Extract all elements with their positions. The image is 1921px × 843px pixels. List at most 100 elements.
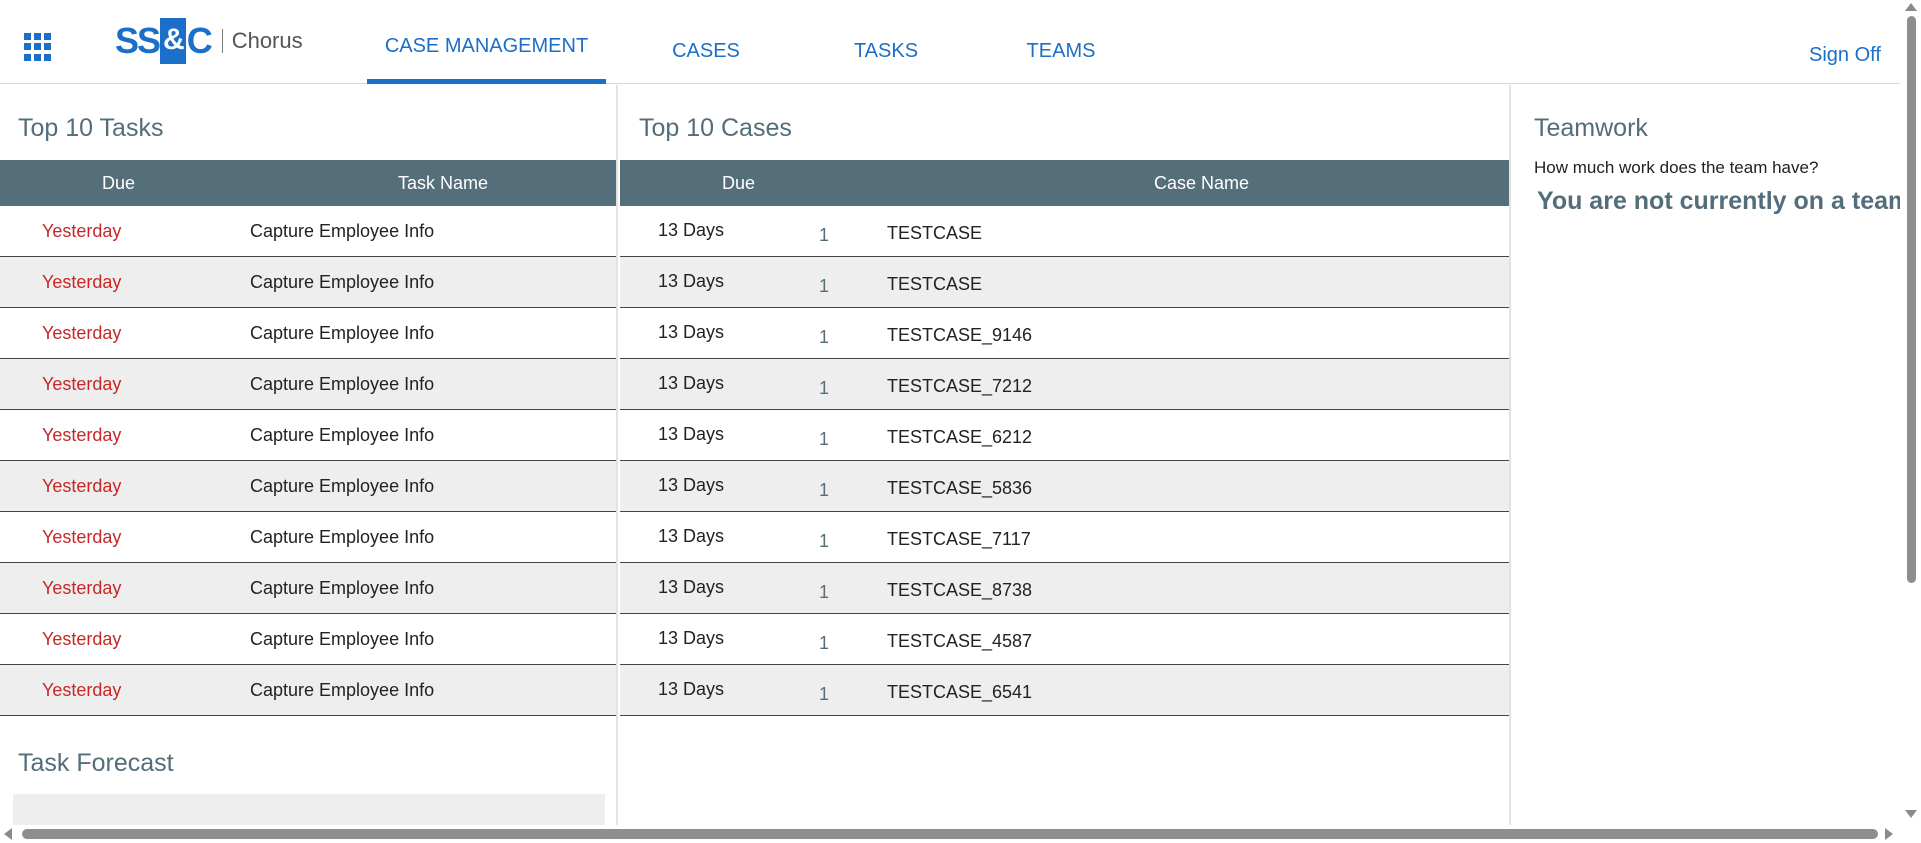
case-name[interactable]: TESTCASE_4587	[887, 631, 1032, 652]
cases-name-header[interactable]: Case Name	[1154, 173, 1249, 194]
teamwork-message: You are not currently on a team.	[1537, 187, 1918, 215]
case-count: 1	[819, 378, 830, 398]
case-due: 13 Days	[658, 373, 725, 393]
task-row[interactable]: Yesterday Capture Employee Info	[0, 461, 616, 512]
case-row[interactable]: 13 Days 1 TESTCASE_4587	[620, 614, 1509, 665]
task-forecast-title: Task Forecast	[18, 749, 174, 777]
task-name[interactable]: Capture Employee Info	[250, 578, 434, 599]
product-name: Chorus	[231, 28, 303, 53]
task-due: Yesterday	[42, 272, 122, 292]
case-row[interactable]: 13 Days 1 TESTCASE_8738	[620, 563, 1509, 614]
case-count: 1	[819, 480, 830, 500]
task-row[interactable]: Yesterday Capture Employee Info	[0, 359, 616, 410]
tab-cases[interactable]: CASES	[606, 0, 806, 84]
task-name[interactable]: Capture Employee Info	[250, 221, 434, 242]
teamwork-question: How much work does the team have?	[1534, 158, 1819, 177]
tab-case-management[interactable]: CASE MANAGEMENT	[367, 0, 606, 84]
case-row[interactable]: 13 Days 1 TESTCASE_7117	[620, 512, 1509, 563]
tasks-panel-title: Top 10 Tasks	[18, 114, 164, 142]
cases-panel: Top 10 Cases Due Case Name 13 Days 1 TESTC…	[620, 85, 1511, 825]
case-row[interactable]: 13 Days 1 TESTCASE_7212	[620, 359, 1509, 410]
task-due: Yesterday	[42, 527, 122, 547]
task-name[interactable]: Capture Employee Info	[250, 374, 434, 395]
tasks-name-header[interactable]: Task Name	[398, 173, 488, 194]
tasks-panel: Top 10 Tasks Due Task Name Yesterday Capt…	[0, 85, 618, 825]
company-logo[interactable]: SS & C Chorus	[115, 18, 303, 64]
task-name[interactable]: Capture Employee Info	[250, 323, 434, 344]
task-row[interactable]: Yesterday Capture Employee Info	[0, 410, 616, 461]
teamwork-panel-title: Teamwork	[1534, 114, 1648, 142]
logo-text-left: SS	[115, 20, 161, 61]
task-row[interactable]: Yesterday Capture Employee Info	[0, 665, 616, 716]
case-name[interactable]: TESTCASE	[887, 274, 982, 295]
task-name[interactable]: Capture Employee Info	[250, 272, 434, 293]
case-row[interactable]: 13 Days 1 TESTCASE_6212	[620, 410, 1509, 461]
logo-amp: &	[160, 18, 186, 64]
case-name[interactable]: TESTCASE_5836	[887, 478, 1032, 499]
vertical-scroll-thumb[interactable]	[1907, 16, 1916, 583]
main-nav-tabs: CASE MANAGEMENT CASES TASKS TEAMS	[367, 0, 1156, 84]
horizontal-scroll-thumb[interactable]	[22, 829, 1878, 839]
case-due: 13 Days	[658, 628, 725, 648]
task-row[interactable]: Yesterday Capture Employee Info	[0, 563, 616, 614]
case-due: 13 Days	[658, 322, 725, 342]
logo-mark: SS & C	[115, 18, 213, 64]
task-name[interactable]: Capture Employee Info	[250, 425, 434, 446]
tasks-due-header[interactable]: Due	[102, 173, 135, 194]
case-row[interactable]: 13 Days 1 TESTCASE_9146	[620, 308, 1509, 359]
task-row[interactable]: Yesterday Capture Employee Info	[0, 614, 616, 665]
task-due: Yesterday	[42, 221, 122, 241]
case-row[interactable]: 13 Days 1 TESTCASE_6541	[620, 665, 1509, 716]
tab-tasks[interactable]: TASKS	[806, 0, 966, 84]
case-due: 13 Days	[658, 271, 725, 291]
task-forecast-chart-area	[13, 794, 605, 825]
scroll-right-arrow-icon[interactable]	[1885, 828, 1893, 840]
case-name[interactable]: TESTCASE_6212	[887, 427, 1032, 448]
case-name[interactable]: TESTCASE_7212	[887, 376, 1032, 397]
app-header: SS & C Chorus CASE MANAGEMENT CASES TASKS …	[0, 0, 1900, 84]
task-due: Yesterday	[42, 476, 122, 496]
task-row[interactable]: Yesterday Capture Employee Info	[0, 206, 616, 257]
case-due: 13 Days	[658, 526, 725, 546]
case-name[interactable]: TESTCASE_7117	[887, 529, 1031, 550]
cases-panel-title: Top 10 Cases	[639, 114, 792, 142]
scroll-up-arrow-icon[interactable]	[1905, 3, 1917, 11]
task-name[interactable]: Capture Employee Info	[250, 476, 434, 497]
case-name[interactable]: TESTCASE	[887, 223, 982, 244]
case-name[interactable]: TESTCASE_9146	[887, 325, 1032, 346]
logo-text-right: C	[186, 20, 213, 61]
case-count: 1	[819, 429, 830, 449]
case-count: 1	[819, 633, 830, 653]
case-count: 1	[819, 225, 830, 245]
task-name[interactable]: Capture Employee Info	[250, 527, 434, 548]
case-due: 13 Days	[658, 475, 725, 495]
case-due: 13 Days	[658, 679, 725, 699]
scroll-left-arrow-icon[interactable]	[4, 828, 12, 840]
teamwork-panel: Teamwork How much work does the team hav…	[1513, 85, 1917, 825]
case-due: 13 Days	[658, 424, 725, 444]
tab-teams[interactable]: TEAMS	[966, 0, 1156, 84]
cases-table-header: Due Case Name	[620, 160, 1509, 206]
vertical-scrollbar[interactable]	[1900, 0, 1921, 825]
task-row[interactable]: Yesterday Capture Employee Info	[0, 308, 616, 359]
case-row[interactable]: 13 Days 1 TESTCASE	[620, 206, 1509, 257]
case-count: 1	[819, 684, 830, 704]
task-due: Yesterday	[42, 578, 122, 598]
case-row[interactable]: 13 Days 1 TESTCASE	[620, 257, 1509, 308]
task-row[interactable]: Yesterday Capture Employee Info	[0, 257, 616, 308]
case-count: 1	[819, 531, 830, 551]
task-due: Yesterday	[42, 323, 122, 343]
scroll-down-arrow-icon[interactable]	[1905, 810, 1917, 818]
task-name[interactable]: Capture Employee Info	[250, 680, 434, 701]
case-name[interactable]: TESTCASE_8738	[887, 580, 1032, 601]
grid-apps-icon[interactable]	[24, 33, 52, 61]
logo-divider	[221, 29, 223, 53]
cases-due-header[interactable]: Due	[722, 173, 755, 194]
case-name[interactable]: TESTCASE_6541	[887, 682, 1032, 703]
case-row[interactable]: 13 Days 1 TESTCASE_5836	[620, 461, 1509, 512]
sign-off-link[interactable]: Sign Off	[1809, 44, 1881, 67]
task-due: Yesterday	[42, 629, 122, 649]
horizontal-scrollbar[interactable]	[0, 825, 1921, 843]
task-name[interactable]: Capture Employee Info	[250, 629, 434, 650]
task-row[interactable]: Yesterday Capture Employee Info	[0, 512, 616, 563]
